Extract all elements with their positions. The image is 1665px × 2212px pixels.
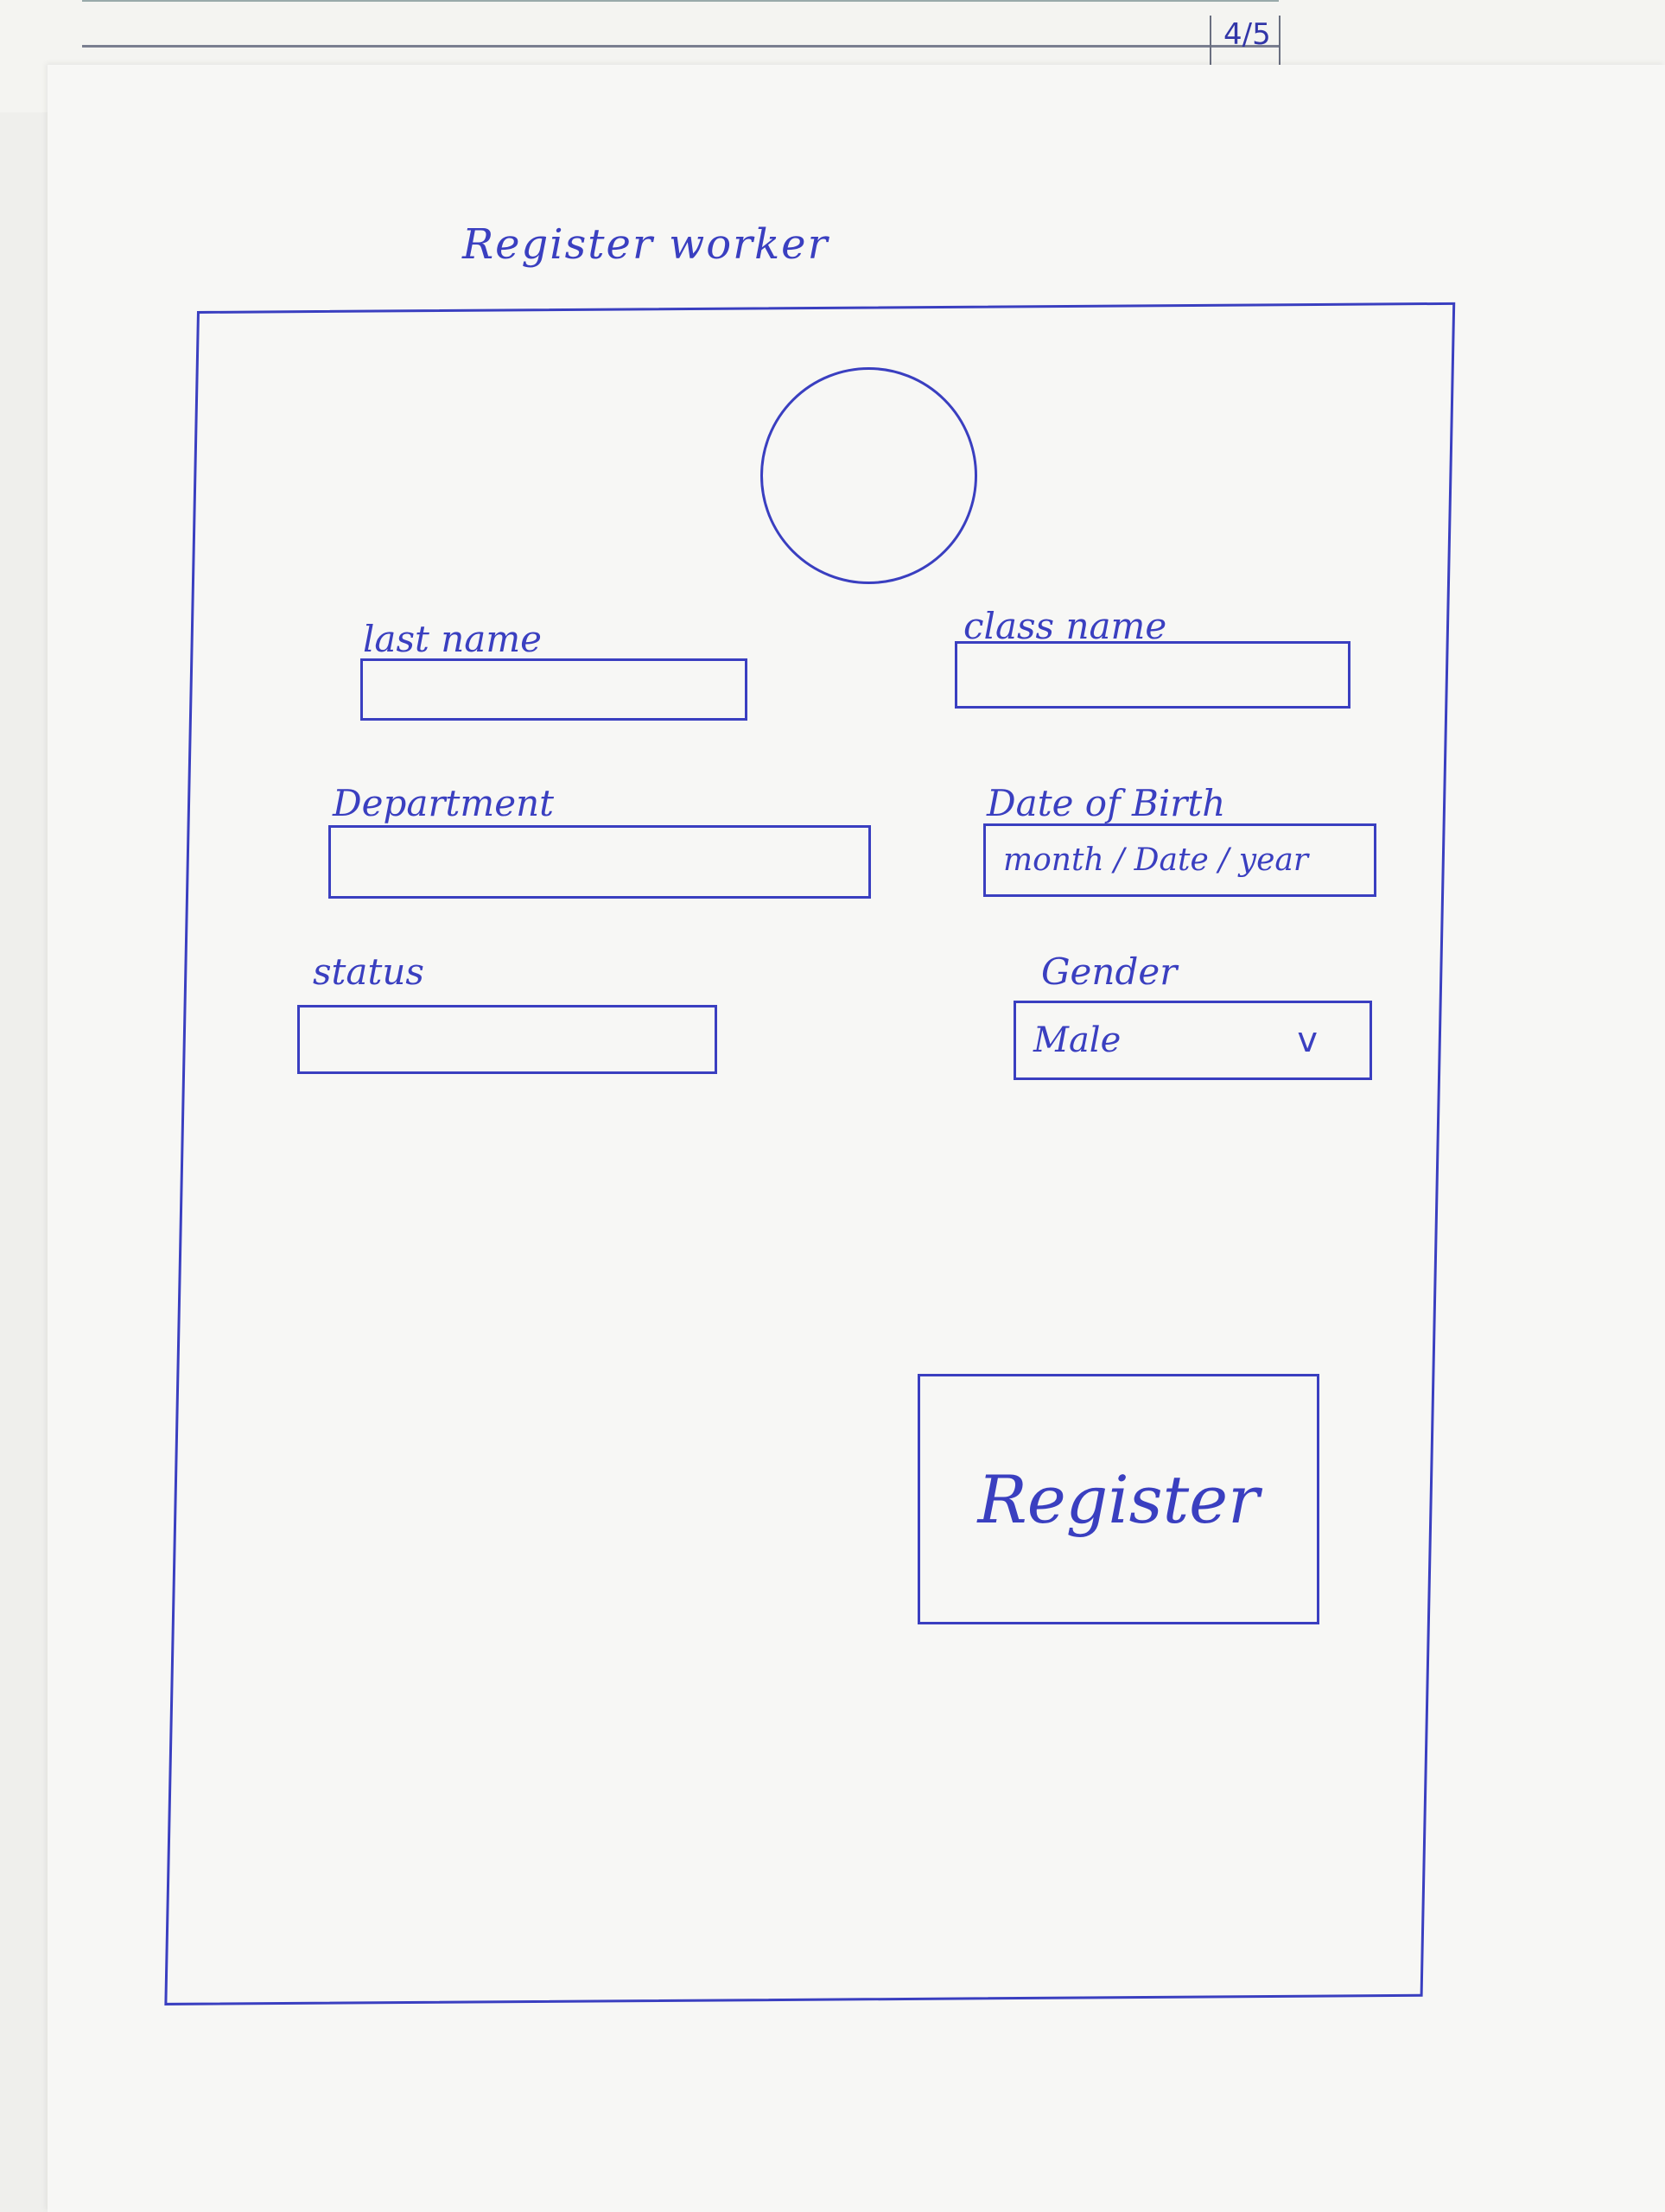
ruled-line	[82, 0, 1279, 2]
gender-label: Gender	[1041, 950, 1178, 993]
status-label: status	[313, 950, 424, 993]
margin-mark-top: 4/5	[1223, 17, 1271, 52]
avatar-photo-placeholder[interactable]	[760, 367, 977, 584]
department-label: Department	[333, 782, 555, 824]
last-name-label: last name	[363, 618, 543, 660]
last-name-input[interactable]	[360, 658, 747, 721]
ruled-line	[82, 45, 1279, 48]
date-of-birth-label: Date of Birth	[987, 782, 1226, 824]
class-name-input[interactable]	[955, 641, 1350, 709]
gender-select[interactable]: Male v	[1014, 1001, 1372, 1080]
department-input[interactable]	[328, 825, 871, 899]
chevron-down-icon[interactable]: v	[1297, 1020, 1318, 1060]
page-title: Register worker	[462, 220, 829, 269]
status-input[interactable]	[297, 1005, 717, 1074]
gender-selected-value: Male	[1033, 1020, 1122, 1060]
date-of-birth-input[interactable]: month / Date / year	[983, 823, 1376, 897]
register-button[interactable]: Register	[918, 1374, 1319, 1624]
